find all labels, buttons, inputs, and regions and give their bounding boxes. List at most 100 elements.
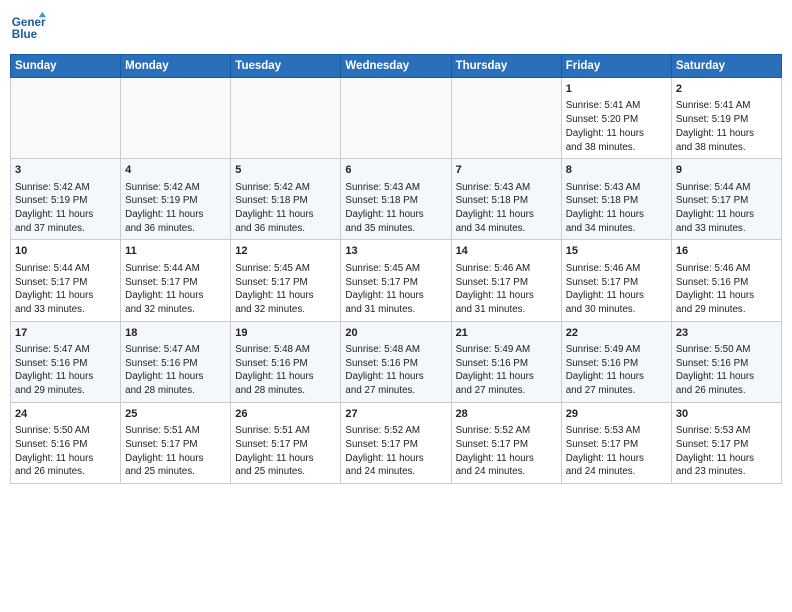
- calendar-week-2: 3 Sunrise: 5:42 AM Sunset: 5:19 PM Daylig…: [11, 159, 782, 240]
- calendar-cell: 26 Sunrise: 5:51 AM Sunset: 5:17 PM Dayli…: [231, 402, 341, 483]
- calendar-cell: 3Sunrise: 5:42 AM Sunset: 5:19 PM Daylig…: [11, 159, 121, 240]
- day-number: 26: [235, 407, 336, 422]
- day-number: 30: [676, 407, 777, 422]
- day-number: 1: [566, 82, 667, 97]
- calendar-week-1: 1 Sunrise: 5:41 AM Sunset: 5:20 PM Daylig…: [11, 78, 782, 159]
- weekday-header-monday: Monday: [121, 55, 231, 78]
- day-number: 22: [566, 326, 667, 341]
- day-number: 4: [125, 163, 226, 178]
- day-number: 2: [676, 82, 777, 97]
- calendar-cell: 24 Sunrise: 5:50 AM Sunset: 5:16 PM Dayli…: [11, 402, 121, 483]
- day-number: 23: [676, 326, 777, 341]
- day-number: 8: [566, 163, 667, 178]
- calendar-cell: 10 Sunrise: 5:44 AM Sunset: 5:17 PM Dayli…: [11, 240, 121, 321]
- day-info: Sunrise: 5:43 AM Sunset: 5:18 PM Dayligh…: [456, 181, 557, 236]
- weekday-header-saturday: Saturday: [671, 55, 781, 78]
- day-number: 12: [235, 244, 336, 259]
- day-info: Sunrise: 5:42 AM Sunset: 5:18 PM Dayligh…: [235, 181, 336, 236]
- day-info: Sunrise: 5:45 AM Sunset: 5:17 PM Dayligh…: [345, 262, 446, 317]
- day-info: Sunrise: 5:51 AM Sunset: 5:17 PM Dayligh…: [235, 424, 336, 479]
- calendar-table: SundayMondayTuesdayWednesdayThursdayFrid…: [10, 54, 782, 484]
- day-info: Sunrise: 5:44 AM Sunset: 5:17 PM Dayligh…: [125, 262, 226, 317]
- calendar-cell: 11 Sunrise: 5:44 AM Sunset: 5:17 PM Dayli…: [121, 240, 231, 321]
- calendar-cell: 28 Sunrise: 5:52 AM Sunset: 5:17 PM Dayli…: [451, 402, 561, 483]
- day-info: Sunrise: 5:50 AM Sunset: 5:16 PM Dayligh…: [676, 343, 777, 398]
- day-info: Sunrise: 5:41 AM Sunset: 5:19 PM Dayligh…: [676, 99, 777, 154]
- day-number: 24: [15, 407, 116, 422]
- day-number: 15: [566, 244, 667, 259]
- weekday-header-row: SundayMondayTuesdayWednesdayThursdayFrid…: [11, 55, 782, 78]
- calendar-body: 1 Sunrise: 5:41 AM Sunset: 5:20 PM Daylig…: [11, 78, 782, 484]
- day-info: Sunrise: 5:52 AM Sunset: 5:17 PM Dayligh…: [456, 424, 557, 479]
- calendar-cell: 6 Sunrise: 5:43 AM Sunset: 5:18 PM Daylig…: [341, 159, 451, 240]
- weekday-header-friday: Friday: [561, 55, 671, 78]
- day-number: 28: [456, 407, 557, 422]
- day-info: Sunrise: 5:48 AM Sunset: 5:16 PM Dayligh…: [345, 343, 446, 398]
- weekday-header-thursday: Thursday: [451, 55, 561, 78]
- calendar-cell: 21 Sunrise: 5:49 AM Sunset: 5:16 PM Dayli…: [451, 321, 561, 402]
- day-info: Sunrise: 5:48 AM Sunset: 5:16 PM Dayligh…: [235, 343, 336, 398]
- day-info: Sunrise: 5:47 AM Sunset: 5:16 PM Dayligh…: [15, 343, 116, 398]
- calendar-cell: 20Sunrise: 5:48 AM Sunset: 5:16 PM Dayli…: [341, 321, 451, 402]
- day-info: Sunrise: 5:53 AM Sunset: 5:17 PM Dayligh…: [676, 424, 777, 479]
- day-info: Sunrise: 5:44 AM Sunset: 5:17 PM Dayligh…: [15, 262, 116, 317]
- day-number: 7: [456, 163, 557, 178]
- weekday-header-wednesday: Wednesday: [341, 55, 451, 78]
- calendar-cell: 15 Sunrise: 5:46 AM Sunset: 5:17 PM Dayli…: [561, 240, 671, 321]
- header: General Blue: [10, 10, 782, 46]
- calendar-week-5: 24 Sunrise: 5:50 AM Sunset: 5:16 PM Dayli…: [11, 402, 782, 483]
- day-number: 9: [676, 163, 777, 178]
- calendar-cell: 2 Sunrise: 5:41 AM Sunset: 5:19 PM Daylig…: [671, 78, 781, 159]
- calendar-cell: 25 Sunrise: 5:51 AM Sunset: 5:17 PM Dayli…: [121, 402, 231, 483]
- day-number: 29: [566, 407, 667, 422]
- day-number: 11: [125, 244, 226, 259]
- day-info: Sunrise: 5:41 AM Sunset: 5:20 PM Dayligh…: [566, 99, 667, 154]
- day-number: 21: [456, 326, 557, 341]
- calendar-cell: [121, 78, 231, 159]
- calendar-cell: 9Sunrise: 5:44 AM Sunset: 5:17 PM Daylig…: [671, 159, 781, 240]
- day-number: 17: [15, 326, 116, 341]
- day-number: 16: [676, 244, 777, 259]
- calendar-cell: 13Sunrise: 5:45 AM Sunset: 5:17 PM Dayli…: [341, 240, 451, 321]
- day-info: Sunrise: 5:46 AM Sunset: 5:16 PM Dayligh…: [676, 262, 777, 317]
- day-info: Sunrise: 5:51 AM Sunset: 5:17 PM Dayligh…: [125, 424, 226, 479]
- calendar-cell: [341, 78, 451, 159]
- day-info: Sunrise: 5:49 AM Sunset: 5:16 PM Dayligh…: [456, 343, 557, 398]
- calendar-cell: 16 Sunrise: 5:46 AM Sunset: 5:16 PM Dayli…: [671, 240, 781, 321]
- day-info: Sunrise: 5:42 AM Sunset: 5:19 PM Dayligh…: [125, 181, 226, 236]
- calendar-cell: 7 Sunrise: 5:43 AM Sunset: 5:18 PM Daylig…: [451, 159, 561, 240]
- day-number: 27: [345, 407, 446, 422]
- weekday-header-tuesday: Tuesday: [231, 55, 341, 78]
- day-info: Sunrise: 5:49 AM Sunset: 5:16 PM Dayligh…: [566, 343, 667, 398]
- day-info: Sunrise: 5:53 AM Sunset: 5:17 PM Dayligh…: [566, 424, 667, 479]
- logo-icon: General Blue: [10, 10, 46, 46]
- calendar-cell: 27 Sunrise: 5:52 AM Sunset: 5:17 PM Dayli…: [341, 402, 451, 483]
- calendar-cell: 30 Sunrise: 5:53 AM Sunset: 5:17 PM Dayli…: [671, 402, 781, 483]
- weekday-header-sunday: Sunday: [11, 55, 121, 78]
- calendar-cell: [11, 78, 121, 159]
- day-number: 19: [235, 326, 336, 341]
- calendar-cell: 17 Sunrise: 5:47 AM Sunset: 5:16 PM Dayli…: [11, 321, 121, 402]
- day-number: 10: [15, 244, 116, 259]
- day-number: 3: [15, 163, 116, 178]
- calendar-cell: 22 Sunrise: 5:49 AM Sunset: 5:16 PM Dayli…: [561, 321, 671, 402]
- calendar-week-4: 17 Sunrise: 5:47 AM Sunset: 5:16 PM Dayli…: [11, 321, 782, 402]
- day-info: Sunrise: 5:43 AM Sunset: 5:18 PM Dayligh…: [566, 181, 667, 236]
- calendar-cell: 18Sunrise: 5:47 AM Sunset: 5:16 PM Dayli…: [121, 321, 231, 402]
- day-number: 25: [125, 407, 226, 422]
- day-number: 18: [125, 326, 226, 341]
- calendar-cell: 12Sunrise: 5:45 AM Sunset: 5:17 PM Dayli…: [231, 240, 341, 321]
- calendar-week-3: 10 Sunrise: 5:44 AM Sunset: 5:17 PM Dayli…: [11, 240, 782, 321]
- day-number: 14: [456, 244, 557, 259]
- calendar-cell: 23 Sunrise: 5:50 AM Sunset: 5:16 PM Dayli…: [671, 321, 781, 402]
- day-info: Sunrise: 5:43 AM Sunset: 5:18 PM Dayligh…: [345, 181, 446, 236]
- day-info: Sunrise: 5:50 AM Sunset: 5:16 PM Dayligh…: [15, 424, 116, 479]
- logo: General Blue: [10, 10, 46, 46]
- day-info: Sunrise: 5:46 AM Sunset: 5:17 PM Dayligh…: [566, 262, 667, 317]
- day-info: Sunrise: 5:52 AM Sunset: 5:17 PM Dayligh…: [345, 424, 446, 479]
- calendar-cell: [451, 78, 561, 159]
- calendar-cell: 19 Sunrise: 5:48 AM Sunset: 5:16 PM Dayli…: [231, 321, 341, 402]
- calendar-cell: 29 Sunrise: 5:53 AM Sunset: 5:17 PM Dayli…: [561, 402, 671, 483]
- calendar-cell: [231, 78, 341, 159]
- day-number: 6: [345, 163, 446, 178]
